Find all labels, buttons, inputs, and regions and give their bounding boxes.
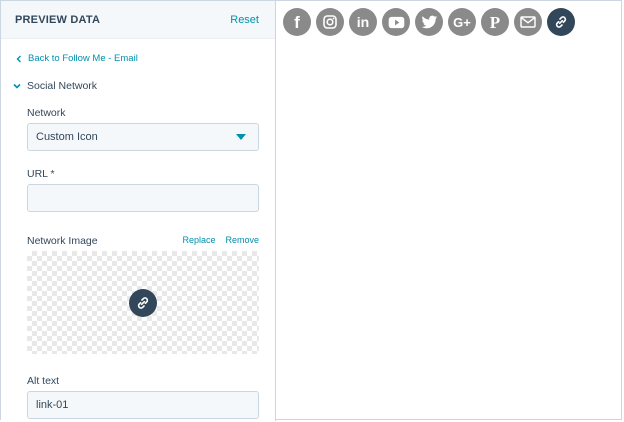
caret-down-icon bbox=[236, 134, 246, 140]
remove-button[interactable]: Remove bbox=[225, 235, 259, 245]
image-actions: Replace Remove bbox=[182, 235, 259, 245]
network-select[interactable]: Custom Icon bbox=[27, 123, 259, 151]
back-link-label: Back to Follow Me - Email bbox=[28, 53, 138, 64]
alt-text-input[interactable] bbox=[27, 391, 259, 419]
chevron-down-icon bbox=[13, 83, 21, 89]
social-icons-row: f in G+ P bbox=[283, 8, 575, 36]
email-icon[interactable] bbox=[514, 8, 542, 36]
panel-header: PREVIEW DATA Reset bbox=[1, 1, 275, 39]
reset-button[interactable]: Reset bbox=[230, 14, 259, 26]
back-link[interactable]: Back to Follow Me - Email bbox=[15, 53, 138, 64]
facebook-icon[interactable]: f bbox=[283, 8, 311, 36]
section-toggle-social-network[interactable]: Social Network bbox=[13, 80, 97, 92]
app-frame: PREVIEW DATA Reset Back to Follow Me - E… bbox=[0, 0, 622, 421]
youtube-icon[interactable] bbox=[382, 8, 410, 36]
network-image-label: Network Image bbox=[27, 235, 98, 247]
url-label: URL * bbox=[27, 168, 55, 180]
section-label: Social Network bbox=[27, 80, 98, 92]
chevron-left-icon bbox=[16, 55, 21, 62]
replace-button[interactable]: Replace bbox=[182, 235, 215, 245]
linkedin-icon[interactable]: in bbox=[349, 8, 377, 36]
network-image-preview[interactable] bbox=[27, 251, 259, 354]
preview-data-panel: PREVIEW DATA Reset Back to Follow Me - E… bbox=[1, 1, 276, 421]
instagram-icon[interactable] bbox=[316, 8, 344, 36]
twitter-icon[interactable] bbox=[415, 8, 443, 36]
link-icon[interactable] bbox=[547, 8, 575, 36]
google-plus-icon[interactable]: G+ bbox=[448, 8, 476, 36]
network-label: Network bbox=[27, 107, 66, 119]
panel-title: PREVIEW DATA bbox=[15, 13, 101, 26]
url-input[interactable] bbox=[27, 184, 259, 212]
alt-text-label: Alt text bbox=[27, 375, 60, 387]
network-select-value: Custom Icon bbox=[36, 131, 98, 143]
pinterest-icon[interactable]: P bbox=[481, 8, 509, 36]
link-icon bbox=[129, 288, 157, 317]
